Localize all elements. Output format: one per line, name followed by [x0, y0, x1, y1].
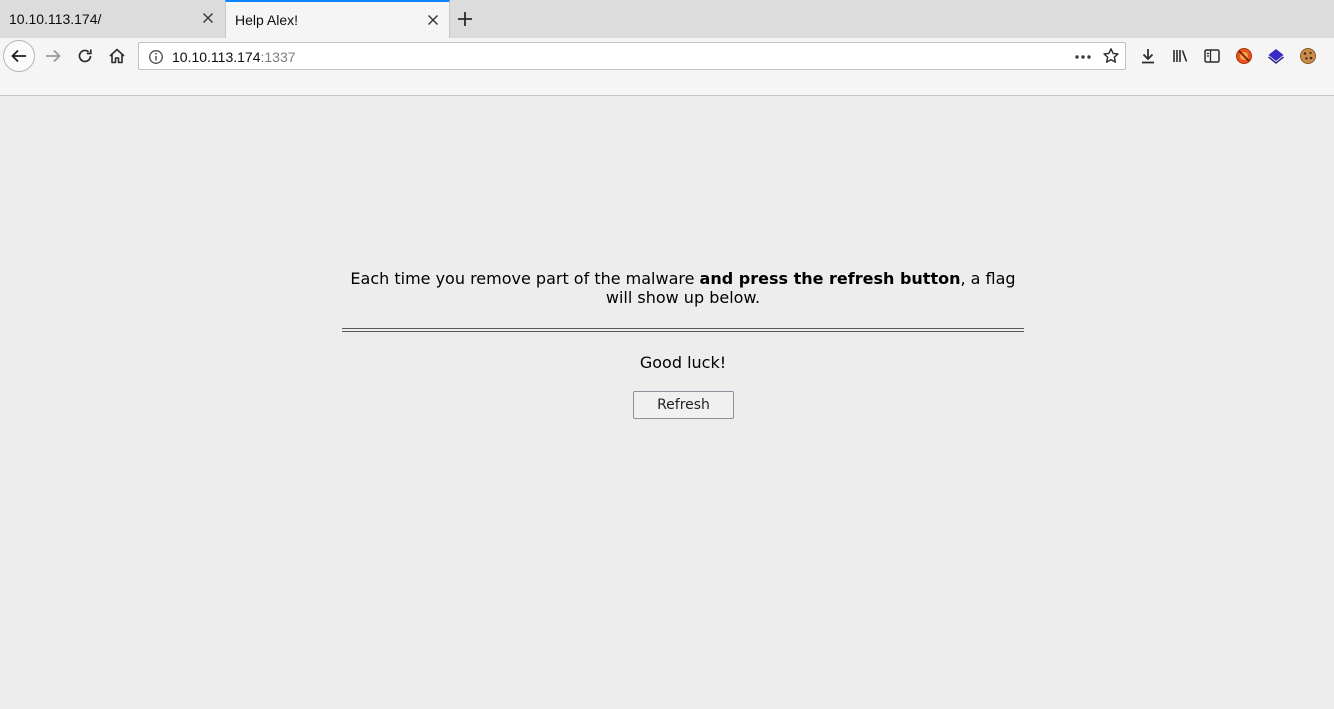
home-icon — [109, 48, 125, 64]
url-bar[interactable]: 10.10.113.174:1337 — [138, 42, 1126, 70]
good-luck-text: Good luck! — [639, 353, 727, 372]
extension-red-icon — [1236, 48, 1252, 64]
close-icon[interactable] — [425, 12, 441, 28]
library-button[interactable] — [1168, 44, 1192, 68]
library-icon — [1173, 50, 1188, 62]
bookmark-star-icon[interactable] — [1102, 47, 1120, 65]
more-actions-icon[interactable] — [1073, 49, 1093, 65]
download-icon — [1142, 49, 1154, 64]
reload-icon — [78, 49, 92, 63]
extension-layers-icon — [1268, 49, 1284, 64]
instructions-part-1: Each time you remove part of the malware — [350, 269, 700, 288]
horizontal-rule — [342, 328, 1024, 332]
instructions-bold: and press the refresh button — [699, 269, 961, 288]
page-content: Each time you remove part of the malware… — [0, 97, 1334, 709]
forward-button[interactable] — [41, 44, 65, 68]
reload-button[interactable] — [73, 44, 97, 68]
close-icon[interactable] — [200, 10, 216, 26]
home-button[interactable] — [105, 44, 129, 68]
url-host: 10.10.113.174 — [172, 49, 261, 65]
tab-title: Help Alex! — [235, 12, 299, 28]
url-text: 10.10.113.174:1337 — [172, 49, 296, 65]
extension-layers-button[interactable] — [1264, 44, 1288, 68]
tab-inactive[interactable]: 10.10.113.174/ — [0, 0, 224, 38]
reader-sidebar-button[interactable] — [1200, 44, 1224, 68]
arrow-left-icon — [11, 49, 26, 63]
reader-icon — [1204, 49, 1220, 63]
refresh-button[interactable]: Refresh — [633, 391, 734, 419]
extension-red-button[interactable] — [1232, 44, 1256, 68]
tab-strip: 10.10.113.174/ Help Alex! — [0, 0, 1334, 38]
tab-active[interactable]: Help Alex! — [225, 0, 450, 38]
info-icon[interactable] — [148, 49, 164, 65]
url-port: :1337 — [260, 49, 296, 65]
cookie-icon — [1300, 48, 1316, 64]
tab-title: 10.10.113.174/ — [9, 11, 102, 27]
downloads-button[interactable] — [1136, 44, 1160, 68]
instructions-text: Each time you remove part of the malware… — [342, 269, 1024, 307]
extension-cookie-button[interactable] — [1296, 44, 1320, 68]
arrow-right-icon — [46, 49, 61, 63]
back-button[interactable] — [3, 40, 35, 72]
navigation-bar: 10.10.113.174:1337 — [0, 38, 1334, 96]
new-tab-icon[interactable] — [455, 9, 475, 29]
